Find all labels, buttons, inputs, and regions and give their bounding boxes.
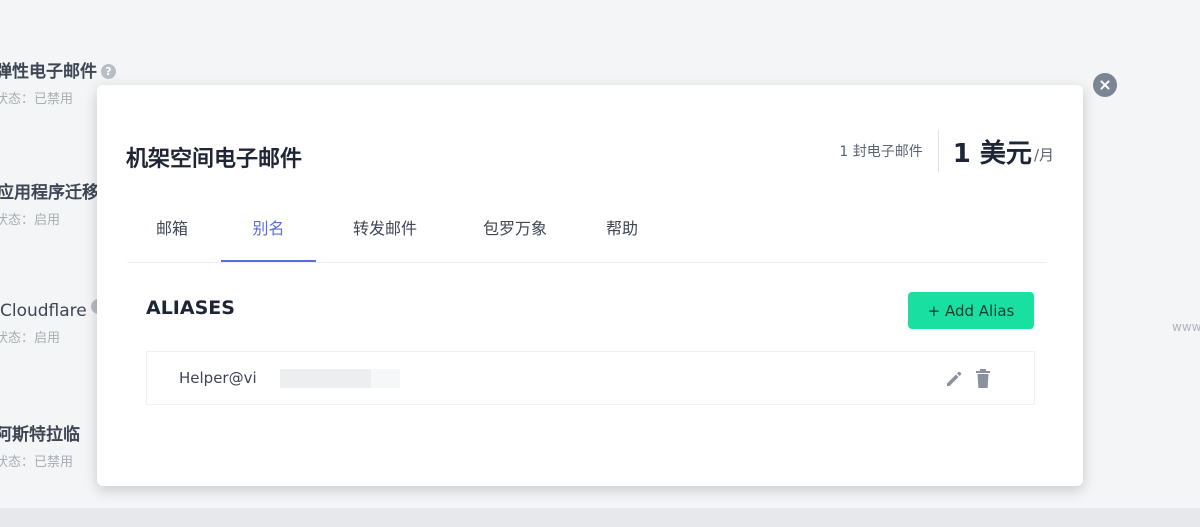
alias-row: Helper@vi <box>146 351 1035 405</box>
close-icon[interactable] <box>1093 73 1117 97</box>
tab-aliases[interactable]: 别名 <box>221 207 316 262</box>
trash-icon[interactable] <box>975 368 991 389</box>
tab-forwarding[interactable]: 转发邮件 <box>332 207 438 260</box>
addon-app-migration[interactable]: 应用程序迁移 状态：启用 <box>0 178 99 228</box>
addon-name: 阿斯特拉临 <box>0 425 80 445</box>
modal-title: 机架空间电子邮件 <box>126 147 303 172</box>
price-value: 1 美元 <box>952 138 1032 169</box>
addon-status: 状态：已禁用 <box>0 455 74 470</box>
addon-name: 应用程序迁移 <box>0 183 99 203</box>
aliases-heading: ALIASES <box>146 297 235 319</box>
addon-name: Cloudflare <box>0 301 87 321</box>
addon-status: 状态：启用 <box>0 213 61 228</box>
tab-help[interactable]: 帮助 <box>589 207 655 260</box>
tab-mailboxes[interactable]: 邮箱 <box>127 207 217 260</box>
redacted-domain <box>280 369 400 388</box>
addon-name: 弹性电子邮件 <box>0 62 97 82</box>
tab-catch-all[interactable]: 包罗万象 <box>462 207 568 260</box>
pricing-summary: 1 封电子邮件 1 美元 /月 <box>839 130 1054 172</box>
addon-status: 状态：启用 <box>0 331 61 346</box>
alias-address: Helper@vi <box>179 369 257 387</box>
addon-astra[interactable]: 阿斯特拉临 状态：已禁用 <box>0 420 80 470</box>
help-icon[interactable]: ? <box>101 64 116 79</box>
background-fragment-text: www <box>1172 320 1200 334</box>
addon-cloudflare[interactable]: Cloudflare 状态：启用 <box>0 299 106 346</box>
tab-bar: 邮箱 别名 转发邮件 包罗万象 帮助 <box>127 207 1047 263</box>
rackspace-email-modal: 机架空间电子邮件 1 封电子邮件 1 美元 /月 邮箱 别名 转发邮件 包罗万象… <box>97 85 1083 486</box>
page-footer-strip <box>0 508 1200 527</box>
add-alias-button[interactable]: + Add Alias <box>908 292 1034 329</box>
price-divider <box>937 130 939 172</box>
price-unit: /月 <box>1033 145 1054 164</box>
email-count: 1 封电子邮件 <box>839 144 923 160</box>
pencil-icon[interactable] <box>944 369 964 389</box>
